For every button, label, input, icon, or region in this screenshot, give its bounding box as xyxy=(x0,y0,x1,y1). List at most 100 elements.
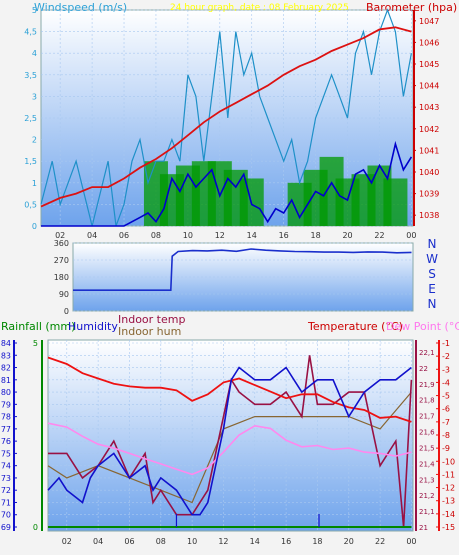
humidity-tick-label: 71 xyxy=(1,498,11,507)
humidity-tick-label: 70 xyxy=(1,511,11,520)
humidity-tick-label: 77 xyxy=(1,425,11,434)
temperature-tick-label: -12 xyxy=(442,484,455,493)
wind-tick-label: 1 xyxy=(32,179,37,188)
temp-x-tick-label: 10 xyxy=(187,537,197,546)
dewpoint-label: Dew Point (°C) xyxy=(386,320,459,333)
indoor-tick-label: 22 xyxy=(419,365,428,373)
indoor-hum-label: Indoor hum xyxy=(118,325,181,338)
indoor-tick-label: 21,9 xyxy=(419,381,435,389)
rainfall-tick-label: 0 xyxy=(33,523,38,532)
compass-letter: W xyxy=(426,252,438,266)
temperature-tick-label: -15 xyxy=(442,523,455,532)
temp-x-tick-label: 22 xyxy=(375,537,385,546)
wind-x-tick-label: 08 xyxy=(151,231,161,240)
indoor-temp-axis: 22,1 22 21,9 21,8 21,7 21,6 21,5 21,4 21,3 21,2 21… xyxy=(415,340,435,532)
wind-tick-label: 2,5 xyxy=(24,114,37,123)
temp-x-tick-label: 00 xyxy=(406,537,416,546)
wind-x-tick-label: 00 xyxy=(406,231,416,240)
temp-x-tick-label: 02 xyxy=(62,537,72,546)
temp-x-tick-label: 04 xyxy=(93,537,103,546)
baro-tick-label: 1043 xyxy=(419,103,439,112)
humidity-tick-label: 80 xyxy=(1,388,11,397)
temperature-tick-label: -1 xyxy=(442,339,450,348)
compass-labels: NWSEN xyxy=(426,237,438,311)
wind-x-tick-label: 10 xyxy=(183,231,193,240)
temperature-tick-label: -7 xyxy=(442,418,450,427)
wind-tick-label: 0,5 xyxy=(24,200,37,209)
wind-tick-label: 1,5 xyxy=(24,157,37,166)
temp-x-tick-label: 20 xyxy=(344,537,354,546)
humidity-tick-label: 78 xyxy=(1,413,11,422)
humidity-tick-label: 79 xyxy=(1,400,11,409)
temperature-tick-label: -14 xyxy=(442,510,455,519)
temp-x-tick-label: 16 xyxy=(281,537,291,546)
temperature-axis: -1 -2 -3 -4 -5 -6 -7 -8 -9 -10 -11 -12 -13 -14 -15 xyxy=(436,339,455,532)
baro-tick-label: 1038 xyxy=(419,211,439,220)
compass-letter: S xyxy=(428,267,436,281)
temperature-tick-label: -8 xyxy=(442,431,450,440)
temperature-tick-label: -5 xyxy=(442,392,450,401)
temperature-tick-label: -10 xyxy=(442,457,455,466)
humidity-tick-label: 75 xyxy=(1,449,11,458)
baro-tick-label: 1047 xyxy=(419,17,439,26)
direction-tick-label: 0 xyxy=(64,307,69,316)
temp-x-tick-label: 08 xyxy=(156,537,166,546)
direction-tick-label: 180 xyxy=(54,273,69,282)
baro-tick-label: 1042 xyxy=(419,125,439,134)
compass-letter: N xyxy=(428,297,437,311)
humidity-tick-label: 83 xyxy=(1,351,11,360)
humidity-tick-label: 81 xyxy=(1,376,11,385)
temperature-tick-label: -4 xyxy=(442,378,450,387)
humidity-tick-label: 72 xyxy=(1,486,11,495)
wind-tick-label: 3 xyxy=(32,92,37,101)
indoor-tick-label: 22,1 xyxy=(419,349,435,357)
humidity-tick-label: 74 xyxy=(1,462,11,471)
baro-axis-label: Barometer (hpa) xyxy=(366,1,457,14)
indoor-tick-label: 21,8 xyxy=(419,397,435,405)
wind-x-tick-label: 06 xyxy=(119,231,129,240)
direction-tick-label: 360 xyxy=(54,239,69,248)
indoor-tick-label: 21,3 xyxy=(419,476,435,484)
baro-tick-label: 1041 xyxy=(419,146,439,155)
humidity-tick-label: 69 xyxy=(1,523,11,532)
weather-graph: Windspeed (m/s) 24 hour graph, date : 08… xyxy=(1,1,459,546)
baro-tick-label: 1039 xyxy=(419,190,439,199)
wind-x-tick-label: 20 xyxy=(342,231,352,240)
wind-tick-label: 2 xyxy=(32,136,37,145)
chart-subtitle: 24 hour graph, date : 08 February 2025 xyxy=(170,3,349,13)
humidity-tick-label: 76 xyxy=(1,437,11,446)
temp-plot-area xyxy=(47,339,414,532)
baro-right-axis: 1038 1039 1040 1041 1042 1043 1044 1045 1046 1047 xyxy=(413,10,439,226)
rainfall-tick-label: 5 xyxy=(33,339,38,348)
wind-tick-label: 3,5 xyxy=(24,71,37,80)
wind-tick-label: 5 xyxy=(32,6,37,15)
baro-tick-label: 1045 xyxy=(419,60,439,69)
temp-x-tick-label: 14 xyxy=(250,537,260,546)
direction-tick-label: 90 xyxy=(59,290,69,299)
direction-axis: 360 270 180 90 0 xyxy=(54,239,69,316)
indoor-tick-label: 21,6 xyxy=(419,429,435,437)
humidity-axis: 84 83 82 81 80 79 78 77 76 75 74 73 72 71 70 69 xyxy=(1,339,17,532)
indoor-tick-label: 21,5 xyxy=(419,444,435,452)
temperature-tick-label: -9 xyxy=(442,444,450,453)
rainfall-axis: 50 xyxy=(33,339,43,532)
temp-x-tick-label: 12 xyxy=(218,537,228,546)
temp-x-tick-label: 18 xyxy=(312,537,322,546)
wind-x-axis: 02 04 06 08 10 12 14 16 18 20 22 00 xyxy=(55,231,416,240)
wind-tick-label: 0 xyxy=(32,222,37,231)
indoor-tick-label: 21,2 xyxy=(419,492,435,500)
wind-x-tick-label: 14 xyxy=(247,231,257,240)
baro-tick-label: 1046 xyxy=(419,38,439,47)
wind-x-tick-label: 04 xyxy=(87,231,97,240)
wind-x-tick-label: 16 xyxy=(279,231,289,240)
rainfall-label: Rainfall (mm) xyxy=(1,320,75,333)
temp-x-tick-label: 06 xyxy=(124,537,134,546)
baro-tick-label: 1040 xyxy=(419,168,439,177)
wind-left-axis: 0 0,5 1 1,5 2 2,5 3 3,5 4 4,5 5 xyxy=(24,6,37,231)
wind-axis-label: Windspeed (m/s) xyxy=(34,1,127,14)
compass-letter: E xyxy=(428,282,436,296)
indoor-tick-label: 21,7 xyxy=(419,413,435,421)
wind-x-tick-label: 22 xyxy=(374,231,384,240)
humidity-tick-label: 84 xyxy=(1,339,11,348)
compass-letter: N xyxy=(428,237,437,251)
